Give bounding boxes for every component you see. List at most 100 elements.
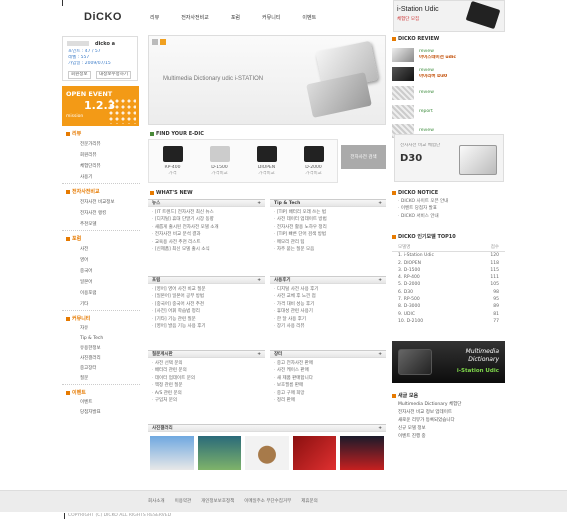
footer-link[interactable]: 개인정보보호정책 [201,498,234,504]
list-item[interactable]: [사전] 어휘 학습법 정리 [152,308,261,315]
gallery-photo[interactable] [245,436,289,470]
more-icon[interactable]: + [257,352,261,357]
sidebar-item[interactable]: 추천모델 [62,219,140,230]
sidebar-item[interactable]: 체험단리뷰 [62,161,140,172]
main-banner[interactable]: Multimedia Dictionary udic i-STATION [148,35,386,125]
list-item[interactable]: [IT 트렌드] 전자사전 최신 뉴스 [152,209,261,216]
list-item[interactable]: 데이터 업데이트 문의 [152,375,261,382]
top10-row[interactable]: 6. D30 98 [398,289,499,296]
edit-profile-button[interactable]: 내정보수정하기 [96,71,131,79]
udic-ad-banner[interactable]: Multimedia Dictionary i-Station Udic [392,341,505,383]
comment-item[interactable]: Multimedia Dictionary 체험단 [398,401,505,409]
list-item[interactable]: A/S 관련 문의 [152,390,261,397]
panel-header[interactable]: 사용후기 + [270,277,386,284]
sidebar-title-compare[interactable]: 전자사전비교 [62,186,140,197]
list-item[interactable]: [중국어] 중국어 사전 추천 [152,301,261,308]
top10-row[interactable]: 7. RP-500 95 [398,296,499,303]
comment-item[interactable]: 전자사전 비교 정보 업데이트 [398,409,505,417]
list-item[interactable]: 사전 데이터 업데이트 방법 [274,216,382,223]
review-item[interactable]: report [392,103,505,120]
device-card[interactable]: D-1500 가격비교 [200,140,240,182]
list-item[interactable]: 메모리 관리 팁 [274,239,382,246]
d30-ad-banner[interactable]: 전자사전 비교 체험단 D30 [394,134,504,182]
sidebar-title-review[interactable]: 리뷰 [62,128,140,139]
list-item[interactable]: 배터리 관련 문의 [152,367,261,374]
top10-row[interactable]: 3. D-1500 115 [398,267,499,274]
notice-item[interactable]: DICKO 서비스 안내 [398,213,505,220]
more-icon[interactable]: + [378,352,382,357]
device-search-button[interactable]: 전자사전 검색 [341,145,386,169]
top10-row[interactable]: 4. RP-400 111 [398,274,499,281]
notice-item[interactable]: DICKO 사이트 오픈 안내 [398,198,505,205]
list-item[interactable]: [영어] 영어 사전 비교 질문 [152,286,261,293]
panel-header[interactable]: Tip & Tech + [270,200,386,207]
list-item[interactable]: 중고 전자사전 판매 [274,360,382,367]
sidebar-item[interactable]: 이벤트 [62,398,140,408]
list-item[interactable]: 가격 대비 성능 후기 [274,301,382,308]
sidebar-item[interactable]: 자유 [62,324,140,334]
sidebar-title-community[interactable]: 커뮤니티 [62,313,140,324]
list-item[interactable]: 장기 사용 리뷰 [274,323,382,330]
list-item[interactable]: [신제품] 최신 모델 출시 소식 [152,246,261,253]
open-event-banner[interactable]: OPEN EVENT mission 1.2.3 [62,86,139,126]
comment-item[interactable]: 새로운 리뷰가 등록되었습니다 [398,417,505,425]
list-item[interactable]: [TIP] 빠른 단어 검색 방법 [274,231,382,238]
top10-row[interactable]: 2. DIOPEN 118 [398,260,499,267]
nav-forum[interactable]: 포럼 [231,14,240,21]
top10-row[interactable]: 8. D-3000 89 [398,303,499,310]
gallery-photo[interactable] [340,436,384,470]
sidebar-item[interactable]: 회원리뷰 [62,150,140,161]
list-item[interactable]: 중고 구매 희망 [274,390,382,397]
sidebar-title-event[interactable]: 이벤트 [62,387,140,398]
site-logo[interactable]: DiCKO [84,11,122,23]
top10-row[interactable]: 10. D-2100 77 [398,318,499,325]
sidebar-item[interactable]: 일본어 [62,277,140,288]
review-item[interactable]: review [392,84,505,101]
nav-event[interactable]: 이벤트 [302,14,316,21]
list-item[interactable]: [TIP] 배터리 오래 쓰는 법 [274,209,382,216]
panel-header[interactable]: 뉴스 + [148,200,265,207]
sidebar-item[interactable]: 사용기 [62,172,140,183]
top10-row[interactable]: 1. i-Station Udic 120 [398,252,499,259]
list-item[interactable]: [일본어] 일본어 공부 방법 [152,293,261,300]
comment-item[interactable]: 신규 모델 정보 [398,425,505,433]
sidebar-item[interactable]: 전자사전 비교정보 [62,197,140,208]
nav-compare[interactable]: 전자사전비교 [181,14,209,21]
list-item[interactable]: 사전 선택 문의 [152,360,261,367]
more-icon[interactable]: + [378,426,382,431]
footer-link[interactable]: 제휴문의 [301,498,318,504]
footer-link[interactable]: 이메일주소 무단수집거부 [244,498,291,504]
list-item[interactable]: 자주 묻는 질문 모음 [274,246,382,253]
list-item[interactable]: 한 달 사용 후기 [274,316,382,323]
list-item[interactable]: [영어] 발음 기능 사용 후기 [152,323,261,330]
sidebar-item[interactable]: 사전 [62,244,140,255]
sidebar-item[interactable]: 기타 [62,299,140,310]
footer-link[interactable]: 회사소개 [148,498,165,504]
device-card[interactable]: RP-400 가격 [153,140,193,182]
list-item[interactable]: 전자사전 활용 노하우 정리 [274,224,382,231]
device-card[interactable]: D-2000 가격비교 [294,140,334,182]
sidebar-item[interactable]: 유용한정보 [62,344,140,354]
gallery-photo[interactable] [292,436,337,470]
review-item[interactable]: review 아이스테이션 udic [392,46,505,63]
sidebar-title-forum[interactable]: 포럼 [62,233,140,244]
device-card[interactable]: DIOPEN 가격비교 [247,140,287,182]
panel-header[interactable]: 사진갤러리 + [148,425,386,432]
nav-community[interactable]: 커뮤니티 [262,14,280,21]
panel-header[interactable]: 포럼 + [148,277,265,284]
sidebar-item[interactable]: 전자사전 랭킹 [62,208,140,219]
top10-row[interactable]: 9. UDIC 81 [398,311,499,318]
comment-item[interactable]: 이벤트 진행 중 [398,433,505,441]
gallery-photo[interactable] [150,436,194,470]
list-item[interactable]: 새 제품 판매합니다 [274,375,382,382]
more-icon[interactable]: + [378,201,382,206]
list-item[interactable]: 사전 교체 후 느낀 점 [274,293,382,300]
sidebar-item[interactable]: Tip & Tech [62,334,140,344]
list-item[interactable]: 교육용 사전 추천 리스트 [152,239,261,246]
sidebar-item[interactable]: 당첨자발표 [62,408,140,418]
list-item[interactable]: 보호필름 판매 [274,382,382,389]
sidebar-item[interactable]: 중고장터 [62,364,140,374]
list-item[interactable]: [기타] 기능 관련 질문 [152,316,261,323]
sidebar-item[interactable]: 질문 [62,374,140,384]
list-item[interactable]: 디지털 사전 사용 후기 [274,286,382,293]
